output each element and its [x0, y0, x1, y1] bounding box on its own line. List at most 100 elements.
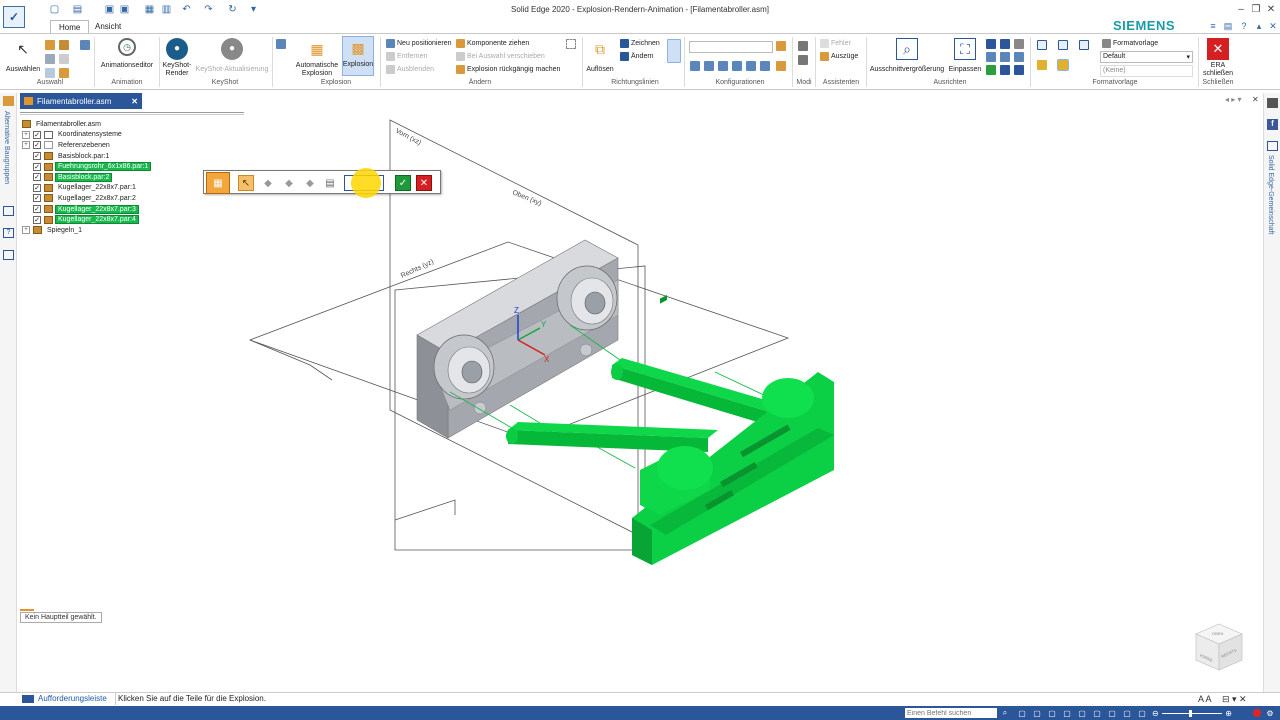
properties-icon[interactable]: ▥ [160, 3, 173, 16]
community-label[interactable]: Solid Edge-Gemeinschaft [1267, 155, 1274, 234]
drag-component-button[interactable]: Komponente ziehen [456, 38, 529, 49]
font-size-icon[interactable]: A A [1198, 694, 1212, 704]
config-icon-8[interactable] [776, 61, 786, 71]
undo-icon[interactable]: ↶ [180, 3, 193, 16]
zoom-out-icon[interactable]: ⊖ [1152, 709, 1159, 718]
view-icon-e[interactable]: ▢ [1077, 708, 1087, 718]
minimize-icon[interactable]: – [1233, 2, 1249, 16]
list-icon[interactable]: ≡ [1207, 20, 1219, 32]
zoom-in-icon[interactable]: ⊕ [1225, 709, 1232, 718]
layers-icon[interactable] [3, 206, 14, 216]
remove-button[interactable]: Entfernen [386, 51, 427, 62]
close-icon[interactable]: ✕ [1263, 2, 1279, 16]
view-icon-a[interactable]: ▢ [1017, 708, 1027, 718]
tree-item[interactable]: ✓ Basisblock.par:1 [22, 151, 242, 162]
undo-explosion-button[interactable]: Explosion rückgängig machen [456, 64, 560, 75]
view-icon-h[interactable]: ▢ [1122, 708, 1132, 718]
mode-icon-1[interactable] [798, 41, 808, 51]
line-options-icon[interactable] [667, 39, 681, 63]
tree-item[interactable]: ✓ Kugellager_22x8x7.par:3 [22, 204, 242, 215]
view-icon-g[interactable]: ▢ [1107, 708, 1117, 718]
fit-button[interactable]: ⛶ Einpassen [946, 38, 984, 74]
tree-root[interactable]: Filamentabroller.asm [22, 119, 242, 130]
tree-item[interactable]: ✓ Kugellager_22x8x7.par:4 [22, 214, 242, 225]
select-region-icon[interactable] [566, 39, 576, 49]
dissolve-button[interactable]: ⧉ Auflösen [585, 38, 615, 74]
select-button[interactable]: ↖ Auswählen [4, 38, 42, 74]
reposition-button[interactable]: Neu positionieren [386, 38, 451, 49]
save-icon[interactable]: ▣ [103, 3, 116, 16]
visibility-checkbox[interactable]: ✓ [33, 141, 41, 150]
view-icon-i[interactable]: ▢ [1137, 708, 1147, 718]
document-close-icon[interactable]: ✕ [1252, 95, 1259, 104]
animation-editor-button[interactable]: ◷ Animationseditor [98, 38, 156, 70]
panel-icon[interactable] [1267, 98, 1278, 108]
view-icon-c[interactable]: ▢ [1047, 708, 1057, 718]
config-icon-3[interactable] [718, 61, 728, 71]
hide-button[interactable]: Ausblenden [386, 64, 434, 75]
tree-item[interactable]: ✓ Kugellager_22x8x7.par:2 [22, 193, 242, 204]
configuration-select[interactable] [689, 41, 773, 53]
step-icon-2[interactable]: ◆ [260, 175, 276, 191]
visibility-checkbox[interactable]: ✓ [33, 173, 41, 182]
tab-nav-arrows[interactable]: ◂ ▸ ▾ [1225, 95, 1242, 104]
graphics-viewport[interactable]: Vorn (xz) Oben (xy) Rechts (yz) Z Y X [240, 110, 1260, 690]
bearing-left[interactable] [433, 334, 495, 400]
select-box-icon[interactable] [45, 68, 55, 78]
view-icon-4[interactable] [986, 65, 996, 75]
search-icon[interactable]: ⌕ [1000, 708, 1010, 718]
view-icon-f[interactable]: ▢ [1092, 708, 1102, 718]
zoom-icon[interactable] [986, 39, 996, 49]
open-folder-icon[interactable]: ▤ [71, 3, 84, 16]
zoom-area-button[interactable]: ⌕ Ausschnittvergrößerung [868, 38, 946, 74]
redo-icon[interactable]: ↷ [202, 3, 215, 16]
zoom-slider-thumb[interactable] [1188, 709, 1192, 717]
select-zoom-icon[interactable] [80, 40, 90, 50]
sync-icon[interactable]: ↻ [226, 3, 239, 16]
era-close-button[interactable]: ✕ ERA schließen [1200, 38, 1236, 78]
visibility-checkbox[interactable]: ✓ [33, 130, 41, 139]
visibility-checkbox[interactable]: ✓ [33, 183, 41, 192]
select-parts-step-icon[interactable]: ↖ [238, 175, 254, 191]
help-icon[interactable]: ? [1238, 20, 1250, 32]
save-all-icon[interactable]: ▣ [118, 3, 131, 16]
display-icon-3[interactable] [1079, 40, 1089, 50]
select-part-icon[interactable] [59, 40, 69, 50]
draw-lines-button[interactable]: Zeichnen [620, 38, 660, 49]
config-icon-7[interactable] [776, 41, 786, 51]
visibility-checkbox[interactable]: ✓ [33, 152, 41, 161]
expand-icon[interactable]: + [22, 226, 30, 235]
display-icon-2[interactable] [1058, 40, 1068, 50]
format-template-button[interactable]: Formatvorlage [1102, 38, 1158, 49]
accept-icon[interactable]: ✓ [395, 175, 411, 191]
select-filter-icon[interactable] [45, 40, 55, 50]
move-on-select-button[interactable]: Bei Auswahl verschieben [456, 51, 545, 62]
config-icon-4[interactable] [732, 61, 742, 71]
community-icon[interactable] [1267, 141, 1278, 151]
close-tab-icon[interactable]: ✕ [131, 97, 138, 106]
errors-button[interactable]: Fehler [820, 38, 851, 49]
qat-dropdown-icon[interactable]: ▾ [247, 3, 260, 16]
select-edge-icon[interactable] [59, 54, 69, 64]
print-icon[interactable]: ▦ [143, 3, 156, 16]
settings-icon[interactable]: ⚙ [1265, 708, 1275, 718]
expand-icon[interactable]: + [22, 130, 30, 139]
prompt-bar-label[interactable]: Aufforderungsleiste [38, 694, 107, 703]
tree-item[interactable]: +✓Spiegeln_1 [22, 225, 242, 236]
config-icon-2[interactable] [704, 61, 714, 71]
explosion-command-icon[interactable]: ▦ [206, 172, 230, 194]
rotate-icon[interactable] [1014, 39, 1024, 49]
step-icon-5[interactable]: ▤ [322, 175, 338, 191]
view-icon-6[interactable] [1014, 65, 1024, 75]
keyshot-settings-icon[interactable] [276, 39, 286, 49]
view-icon-b[interactable]: ▢ [1032, 708, 1042, 718]
view-icon-d[interactable]: ▢ [1062, 708, 1072, 718]
visibility-checkbox[interactable]: ✓ [33, 205, 41, 214]
tree-item[interactable]: + ✓ Referenzebenen [22, 140, 242, 151]
select-group-icon[interactable] [59, 68, 69, 78]
restore-icon[interactable]: ❐ [1248, 2, 1264, 16]
bearing-right[interactable] [556, 265, 618, 331]
new-file-icon[interactable]: ▢ [48, 3, 61, 16]
app-menu-button[interactable]: ✓ [2, 2, 26, 32]
record-icon[interactable] [1253, 709, 1261, 717]
